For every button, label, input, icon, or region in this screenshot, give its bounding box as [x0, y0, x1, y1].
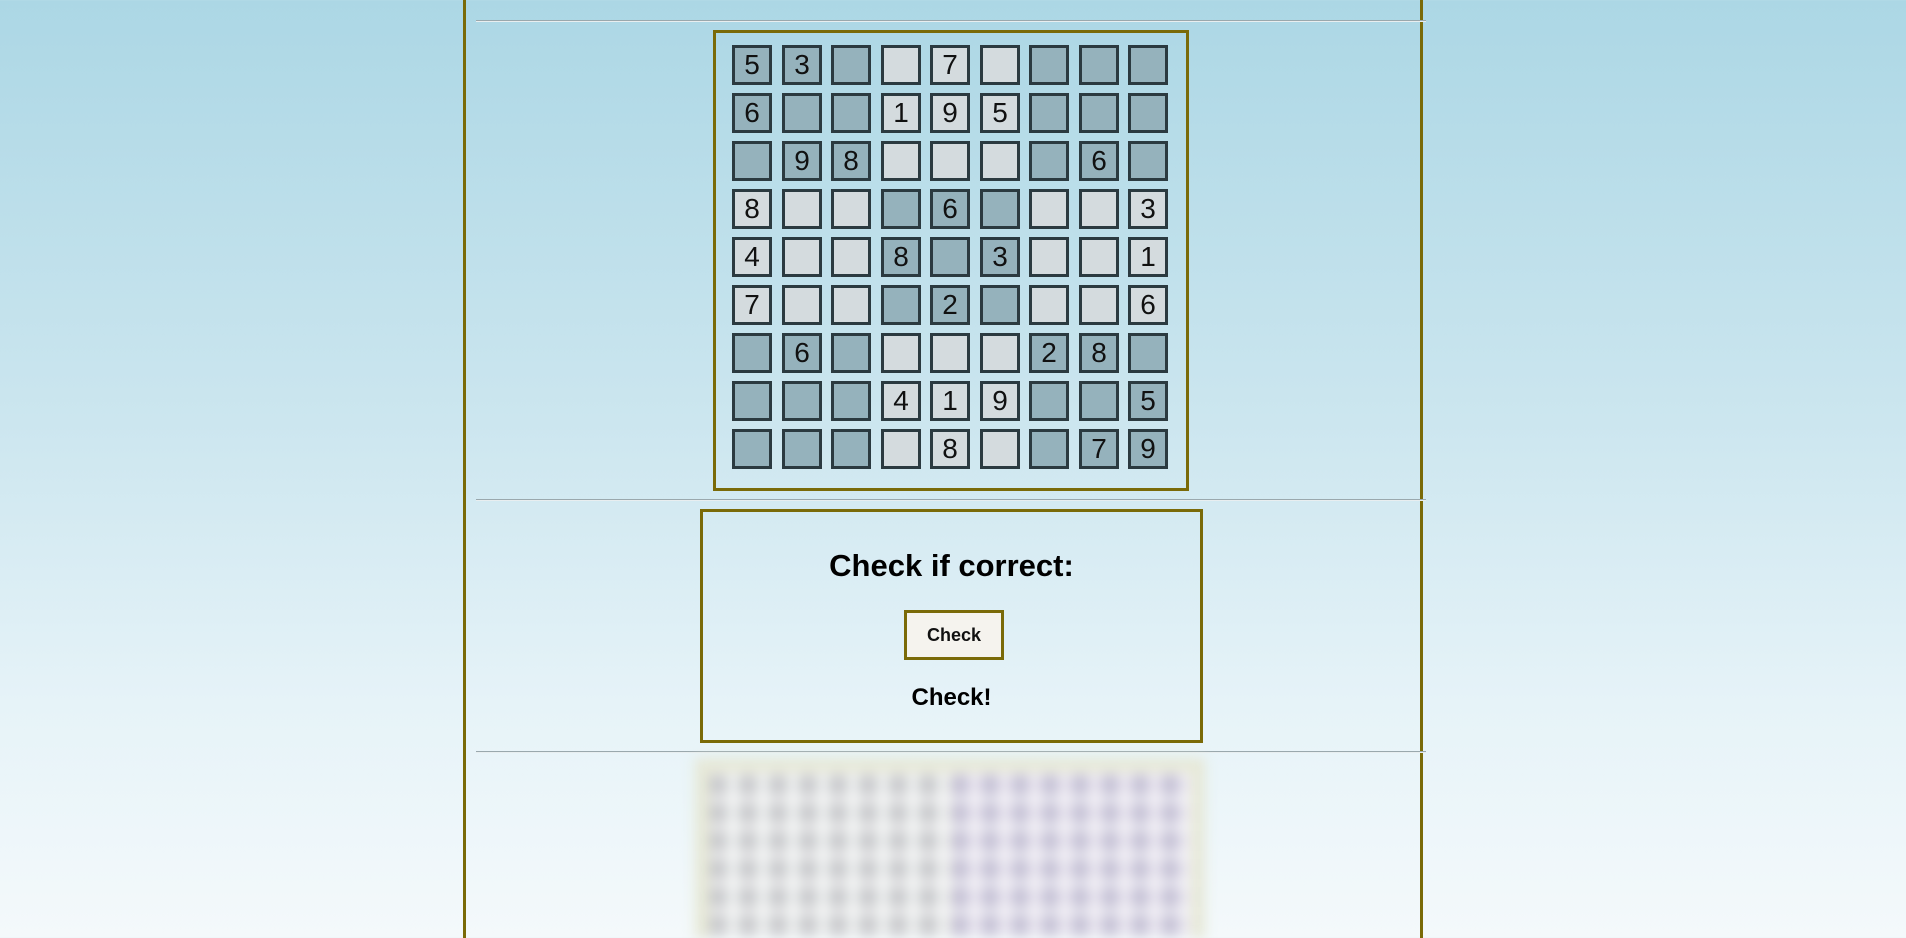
sudoku-cell-r2-c3[interactable] [831, 93, 871, 133]
sudoku-cell-r5-c6[interactable]: 3 [980, 237, 1020, 277]
sudoku-cell-r4-c8[interactable] [1079, 189, 1119, 229]
sudoku-cell-r3-c3[interactable]: 8 [831, 141, 871, 181]
check-title: Check if correct: [829, 548, 1074, 583]
sudoku-cell-r4-c5[interactable]: 6 [930, 189, 970, 229]
sudoku-cell-r8-c3[interactable] [831, 381, 871, 421]
sudoku-cell-r5-c4[interactable]: 8 [881, 237, 921, 277]
sudoku-cell-r8-c4[interactable]: 4 [881, 381, 921, 421]
sudoku-cell-r9-c5[interactable]: 8 [930, 429, 970, 469]
sudoku-cell-r7-c7[interactable]: 2 [1029, 333, 1069, 373]
sudoku-cell-r5-c1[interactable]: 4 [732, 237, 772, 277]
sudoku-cell-r8-c1[interactable] [732, 381, 772, 421]
check-button[interactable]: Check [904, 610, 1004, 660]
sudoku-cell-r2-c2[interactable] [782, 93, 822, 133]
sudoku-cell-r9-c9[interactable]: 9 [1128, 429, 1168, 469]
sudoku-board: 537619598686348317266284195879 [713, 30, 1189, 491]
sudoku-cell-r3-c8[interactable]: 6 [1079, 141, 1119, 181]
sudoku-cell-r6-c9[interactable]: 6 [1128, 285, 1168, 325]
sudoku-cell-r6-c3[interactable] [831, 285, 871, 325]
sudoku-cell-r8-c2[interactable] [782, 381, 822, 421]
sudoku-cell-r9-c8[interactable]: 7 [1079, 429, 1119, 469]
sudoku-cell-r7-c4[interactable] [881, 333, 921, 373]
sudoku-cell-r6-c8[interactable] [1079, 285, 1119, 325]
sudoku-cell-r9-c6[interactable] [980, 429, 1020, 469]
sudoku-cell-r5-c8[interactable] [1079, 237, 1119, 277]
sudoku-cell-r4-c4[interactable] [881, 189, 921, 229]
sudoku-cell-r7-c9[interactable] [1128, 333, 1168, 373]
sudoku-cell-r3-c6[interactable] [980, 141, 1020, 181]
divider-top [476, 20, 1426, 22]
sudoku-cell-r6-c7[interactable] [1029, 285, 1069, 325]
sudoku-cell-r4-c2[interactable] [782, 189, 822, 229]
sudoku-cell-r8-c6[interactable]: 9 [980, 381, 1020, 421]
sudoku-cell-r9-c7[interactable] [1029, 429, 1069, 469]
sudoku-cell-r4-c9[interactable]: 3 [1128, 189, 1168, 229]
sudoku-cell-r7-c3[interactable] [831, 333, 871, 373]
sudoku-cell-r2-c8[interactable] [1079, 93, 1119, 133]
check-panel: Check if correct: Check Check! [700, 509, 1203, 743]
sudoku-cell-r2-c7[interactable] [1029, 93, 1069, 133]
sudoku-cell-r2-c6[interactable]: 5 [980, 93, 1020, 133]
sudoku-cell-r3-c1[interactable] [732, 141, 772, 181]
sudoku-cell-r1-c2[interactable]: 3 [782, 45, 822, 85]
sudoku-cell-r2-c4[interactable]: 1 [881, 93, 921, 133]
divider-bottom [476, 751, 1426, 753]
sudoku-cell-r3-c4[interactable] [881, 141, 921, 181]
sudoku-cell-r9-c1[interactable] [732, 429, 772, 469]
sudoku-cell-r1-c5[interactable]: 7 [930, 45, 970, 85]
sudoku-cell-r4-c7[interactable] [1029, 189, 1069, 229]
sudoku-cell-r6-c2[interactable] [782, 285, 822, 325]
sudoku-cell-r7-c6[interactable] [980, 333, 1020, 373]
sudoku-cell-r8-c9[interactable]: 5 [1128, 381, 1168, 421]
sudoku-cell-r1-c9[interactable] [1128, 45, 1168, 85]
sudoku-cell-r5-c5[interactable] [930, 237, 970, 277]
sudoku-cell-r4-c1[interactable]: 8 [732, 189, 772, 229]
sudoku-cell-r5-c3[interactable] [831, 237, 871, 277]
sudoku-cell-r1-c1[interactable]: 5 [732, 45, 772, 85]
sudoku-cell-r9-c2[interactable] [782, 429, 822, 469]
sudoku-cell-r2-c1[interactable]: 6 [732, 93, 772, 133]
sudoku-cell-r4-c6[interactable] [980, 189, 1020, 229]
sudoku-cell-r1-c6[interactable] [980, 45, 1020, 85]
sudoku-cell-r9-c4[interactable] [881, 429, 921, 469]
sudoku-cell-r6-c1[interactable]: 7 [732, 285, 772, 325]
sudoku-cell-r9-c3[interactable] [831, 429, 871, 469]
sudoku-cell-r3-c9[interactable] [1128, 141, 1168, 181]
sudoku-cell-r8-c8[interactable] [1079, 381, 1119, 421]
sudoku-cell-r6-c6[interactable] [980, 285, 1020, 325]
sudoku-cell-r5-c7[interactable] [1029, 237, 1069, 277]
sudoku-cell-r7-c2[interactable]: 6 [782, 333, 822, 373]
sudoku-cell-r3-c7[interactable] [1029, 141, 1069, 181]
divider-middle [476, 499, 1426, 501]
blurred-puzzle-preview [695, 758, 1205, 938]
sudoku-cell-r7-c5[interactable] [930, 333, 970, 373]
sudoku-cell-r1-c8[interactable] [1079, 45, 1119, 85]
sudoku-cell-r3-c2[interactable]: 9 [782, 141, 822, 181]
sudoku-cell-r4-c3[interactable] [831, 189, 871, 229]
sudoku-cell-r8-c7[interactable] [1029, 381, 1069, 421]
sudoku-cell-r6-c5[interactable]: 2 [930, 285, 970, 325]
sudoku-cell-r2-c5[interactable]: 9 [930, 93, 970, 133]
sudoku-cell-r7-c1[interactable] [732, 333, 772, 373]
check-result: Check! [911, 684, 992, 711]
sudoku-cell-r1-c3[interactable] [831, 45, 871, 85]
sudoku-cell-r5-c2[interactable] [782, 237, 822, 277]
sudoku-cell-r1-c4[interactable] [881, 45, 921, 85]
sudoku-cell-r5-c9[interactable]: 1 [1128, 237, 1168, 277]
sudoku-cell-r6-c4[interactable] [881, 285, 921, 325]
sudoku-cell-r8-c5[interactable]: 1 [930, 381, 970, 421]
sudoku-cell-r2-c9[interactable] [1128, 93, 1168, 133]
sudoku-cell-r3-c5[interactable] [930, 141, 970, 181]
sudoku-cell-r7-c8[interactable]: 8 [1079, 333, 1119, 373]
sudoku-cell-r1-c7[interactable] [1029, 45, 1069, 85]
